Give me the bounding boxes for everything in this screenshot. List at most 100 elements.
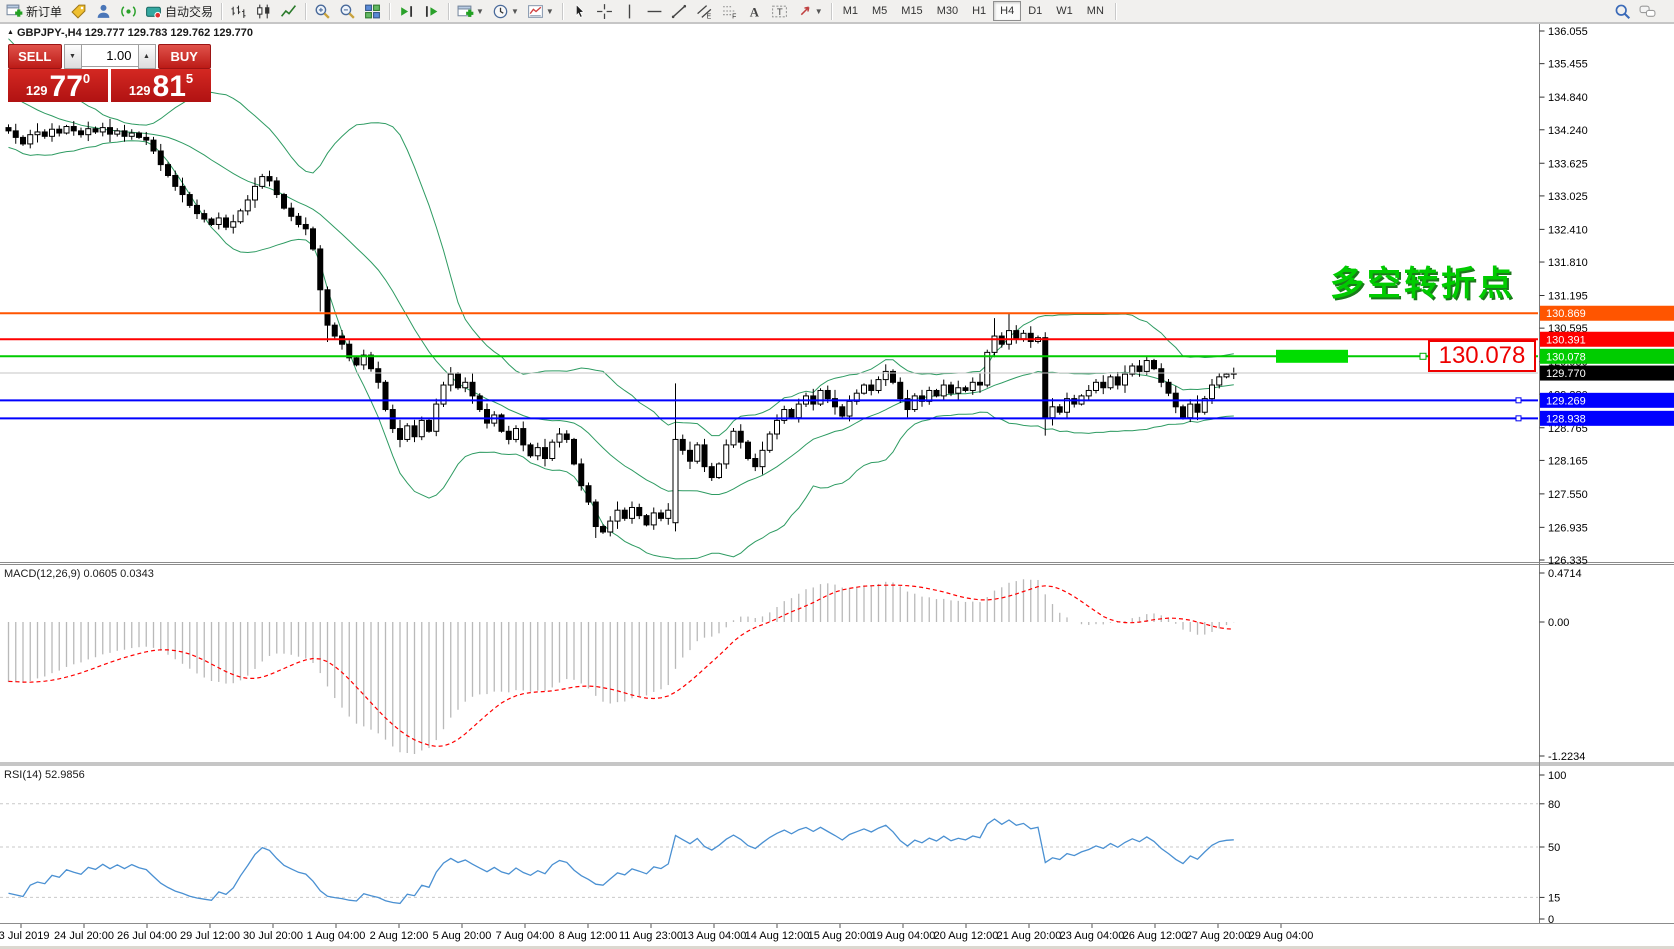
- chat-icon: [1639, 3, 1656, 20]
- rsi-line: [9, 819, 1234, 903]
- svg-text:0.00: 0.00: [1548, 617, 1569, 629]
- new-order-icon: [6, 3, 23, 20]
- dropdown-arrow-icon[interactable]: ▼: [476, 7, 484, 16]
- new-order-label: 新订单: [26, 3, 62, 20]
- svg-text:135.455: 135.455: [1548, 59, 1588, 71]
- buy-price-sup: 5: [186, 71, 193, 86]
- volume-input[interactable]: [82, 44, 138, 67]
- zoom-in-icon: [314, 3, 331, 20]
- navigator-icon: [95, 3, 112, 20]
- crosshair-button[interactable]: [592, 0, 617, 22]
- zoom-out-button[interactable]: [335, 0, 360, 22]
- buy-price-tile[interactable]: 129 81 5: [111, 69, 211, 102]
- svg-text:128.165: 128.165: [1548, 455, 1588, 467]
- sell-price-tile[interactable]: 129 77 0: [8, 69, 108, 102]
- label-button[interactable]: T: [767, 0, 792, 22]
- chart-bars-button[interactable]: [226, 0, 251, 22]
- chart-bars-icon: [230, 3, 247, 20]
- vline-button[interactable]: [617, 0, 642, 22]
- terminal-button[interactable]: [116, 0, 141, 22]
- tile-windows-icon: [364, 3, 381, 20]
- navigator-button[interactable]: [91, 0, 116, 22]
- arrows-button[interactable]: ▼: [792, 0, 827, 22]
- period-clock-button[interactable]: ▼: [488, 0, 523, 22]
- svg-text:29 Jul 12:00: 29 Jul 12:00: [180, 930, 240, 942]
- svg-text:0.4714: 0.4714: [1548, 568, 1582, 580]
- trendline-button[interactable]: [667, 0, 692, 22]
- auto-scroll-button[interactable]: [394, 0, 419, 22]
- buy-button[interactable]: BUY: [158, 44, 212, 69]
- search-button[interactable]: [1610, 0, 1635, 22]
- one-click-trading-panel: SELL ▼ ▲ BUY 129 77 0 129 81 5: [8, 44, 211, 102]
- volume-decrease-button[interactable]: ▼: [64, 44, 82, 69]
- collapse-quote-icon[interactable]: ▲: [7, 29, 14, 36]
- dropdown-arrow-icon[interactable]: ▼: [815, 7, 823, 16]
- svg-text:126.335: 126.335: [1548, 555, 1588, 567]
- market-watch-button[interactable]: [66, 0, 91, 22]
- tile-windows-button[interactable]: [360, 0, 385, 22]
- chart-line-button[interactable]: [276, 0, 301, 22]
- svg-text:129.770: 129.770: [1546, 368, 1586, 380]
- chart-candles-icon: [255, 3, 272, 20]
- dropdown-arrow-icon[interactable]: ▼: [546, 7, 554, 16]
- svg-text:5 Aug 20:00: 5 Aug 20:00: [433, 930, 492, 942]
- chart-shift-button[interactable]: [419, 0, 444, 22]
- channel-button[interactable]: E: [692, 0, 717, 22]
- cursor-button[interactable]: [567, 0, 592, 22]
- hline-icon: [646, 3, 663, 20]
- svg-text:21 Aug 20:00: 21 Aug 20:00: [997, 930, 1062, 942]
- timeframe-m5-button[interactable]: M5: [865, 1, 894, 21]
- price-chart[interactable]: 136.055135.455134.840134.240133.625133.0…: [0, 0, 1674, 949]
- arrows-icon: [796, 3, 813, 20]
- svg-text:T: T: [777, 7, 783, 18]
- chat-button[interactable]: [1635, 0, 1660, 22]
- timeframe-h4-button[interactable]: H4: [993, 1, 1021, 21]
- template-chart-button[interactable]: ▼: [523, 0, 558, 22]
- text-button[interactable]: A: [742, 0, 767, 22]
- price-callout-box[interactable]: 130.078: [1428, 340, 1536, 372]
- trendline-icon: [671, 3, 688, 20]
- price-axis[interactable]: 136.055135.455134.840134.240133.625133.0…: [1540, 26, 1674, 567]
- hline-button[interactable]: [642, 0, 667, 22]
- timeframe-h1-button[interactable]: H1: [965, 1, 993, 21]
- svg-text:30 Jul 20:00: 30 Jul 20:00: [243, 930, 303, 942]
- terminal-icon: [120, 3, 137, 20]
- svg-text:-1.2234: -1.2234: [1548, 751, 1585, 763]
- timeframe-m15-button[interactable]: M15: [894, 1, 929, 21]
- svg-text:E: E: [706, 13, 711, 20]
- autotrading-label: 自动交易: [165, 3, 213, 20]
- timeframe-m30-button[interactable]: M30: [930, 1, 965, 21]
- vline-icon: [621, 3, 638, 20]
- svg-text:133.025: 133.025: [1548, 191, 1588, 203]
- svg-text:0: 0: [1548, 914, 1554, 926]
- svg-text:23 Aug 04:00: 23 Aug 04:00: [1060, 930, 1125, 942]
- market-watch-icon: [70, 3, 87, 20]
- svg-text:2 Aug 12:00: 2 Aug 12:00: [370, 930, 429, 942]
- new-chart-button[interactable]: ▼: [453, 0, 488, 22]
- svg-text:11 Aug 23:00: 11 Aug 23:00: [619, 930, 683, 942]
- toolbar-separator: [305, 3, 306, 20]
- dropdown-arrow-icon[interactable]: ▼: [511, 7, 519, 16]
- fibo-button[interactable]: F: [717, 0, 742, 22]
- candles-and-bands: [6, 39, 1236, 559]
- svg-text:29 Aug 04:00: 29 Aug 04:00: [1249, 930, 1314, 942]
- zoom-in-button[interactable]: [310, 0, 335, 22]
- svg-text:26 Jul 04:00: 26 Jul 04:00: [117, 930, 177, 942]
- svg-text:A: A: [750, 5, 760, 19]
- text-icon: A: [746, 3, 763, 20]
- svg-text:23 Jul 2019: 23 Jul 2019: [0, 930, 49, 942]
- svg-text:126.935: 126.935: [1548, 522, 1588, 534]
- mt4-terminal: { "toolbar": { "groups": [ [{"icon":"new…: [0, 0, 1674, 949]
- chart-candles-button[interactable]: [251, 0, 276, 22]
- sell-button[interactable]: SELL: [8, 44, 62, 69]
- time-axis[interactable]: 23 Jul 201924 Jul 20:0026 Jul 04:0029 Ju…: [0, 924, 1313, 942]
- new-order-button[interactable]: 新订单: [2, 0, 66, 22]
- autotrading-button[interactable]: 自动交易: [141, 0, 217, 22]
- timeframe-w1-button[interactable]: W1: [1049, 1, 1080, 21]
- svg-text:19 Aug 04:00: 19 Aug 04:00: [871, 930, 936, 942]
- crosshair-icon: [596, 3, 613, 20]
- timeframe-d1-button[interactable]: D1: [1021, 1, 1049, 21]
- volume-increase-button[interactable]: ▲: [138, 44, 156, 69]
- timeframe-m1-button[interactable]: M1: [836, 1, 865, 21]
- timeframe-mn-button[interactable]: MN: [1080, 1, 1111, 21]
